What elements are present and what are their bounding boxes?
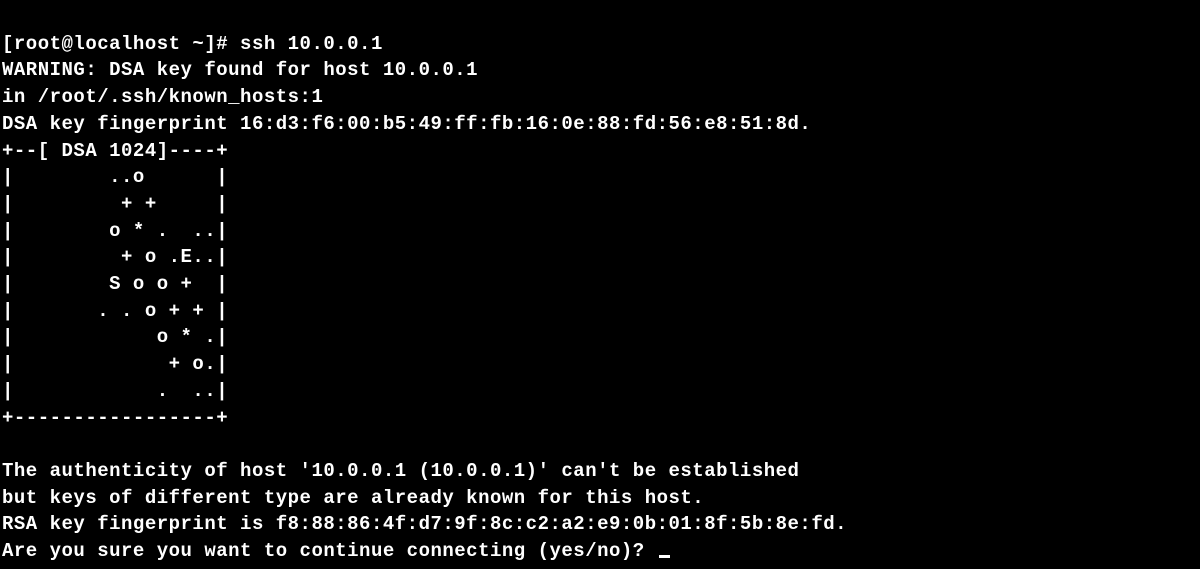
randomart-row: | + o.| [2, 353, 228, 375]
randomart-row: | S o o + | [2, 273, 228, 295]
randomart-row: | . ..| [2, 380, 228, 402]
warning-line-2: in /root/.ssh/known_hosts:1 [2, 86, 323, 108]
warning-line-1: WARNING: DSA key found for host 10.0.0.1 [2, 59, 478, 81]
randomart-header: +--[ DSA 1024]----+ [2, 140, 228, 162]
randomart-row: | o * . ..| [2, 220, 228, 242]
auth-line-1: The authenticity of host '10.0.0.1 (10.0… [2, 460, 799, 482]
auth-line-2: but keys of different type are already k… [2, 487, 704, 509]
confirm-prompt-line[interactable]: Are you sure you want to continue connec… [2, 540, 670, 562]
randomart-row: | o * .| [2, 326, 228, 348]
shell-prompt-line: [root@localhost ~]# ssh 10.0.0.1 [2, 33, 383, 55]
randomart-footer: +-----------------+ [2, 407, 228, 429]
randomart-row: | . . o + + | [2, 300, 228, 322]
terminal[interactable]: [root@localhost ~]# ssh 10.0.0.1 WARNING… [0, 0, 1200, 569]
dsa-fingerprint-line: DSA key fingerprint 16:d3:f6:00:b5:49:ff… [2, 113, 811, 135]
randomart-row: | + + | [2, 193, 228, 215]
cursor-icon [659, 555, 670, 558]
confirm-prompt-text: Are you sure you want to continue connec… [2, 540, 657, 562]
randomart-row: | + o .E..| [2, 246, 228, 268]
rsa-fingerprint-line: RSA key fingerprint is f8:88:86:4f:d7:9f… [2, 513, 847, 535]
randomart-row: | ..o | [2, 166, 228, 188]
